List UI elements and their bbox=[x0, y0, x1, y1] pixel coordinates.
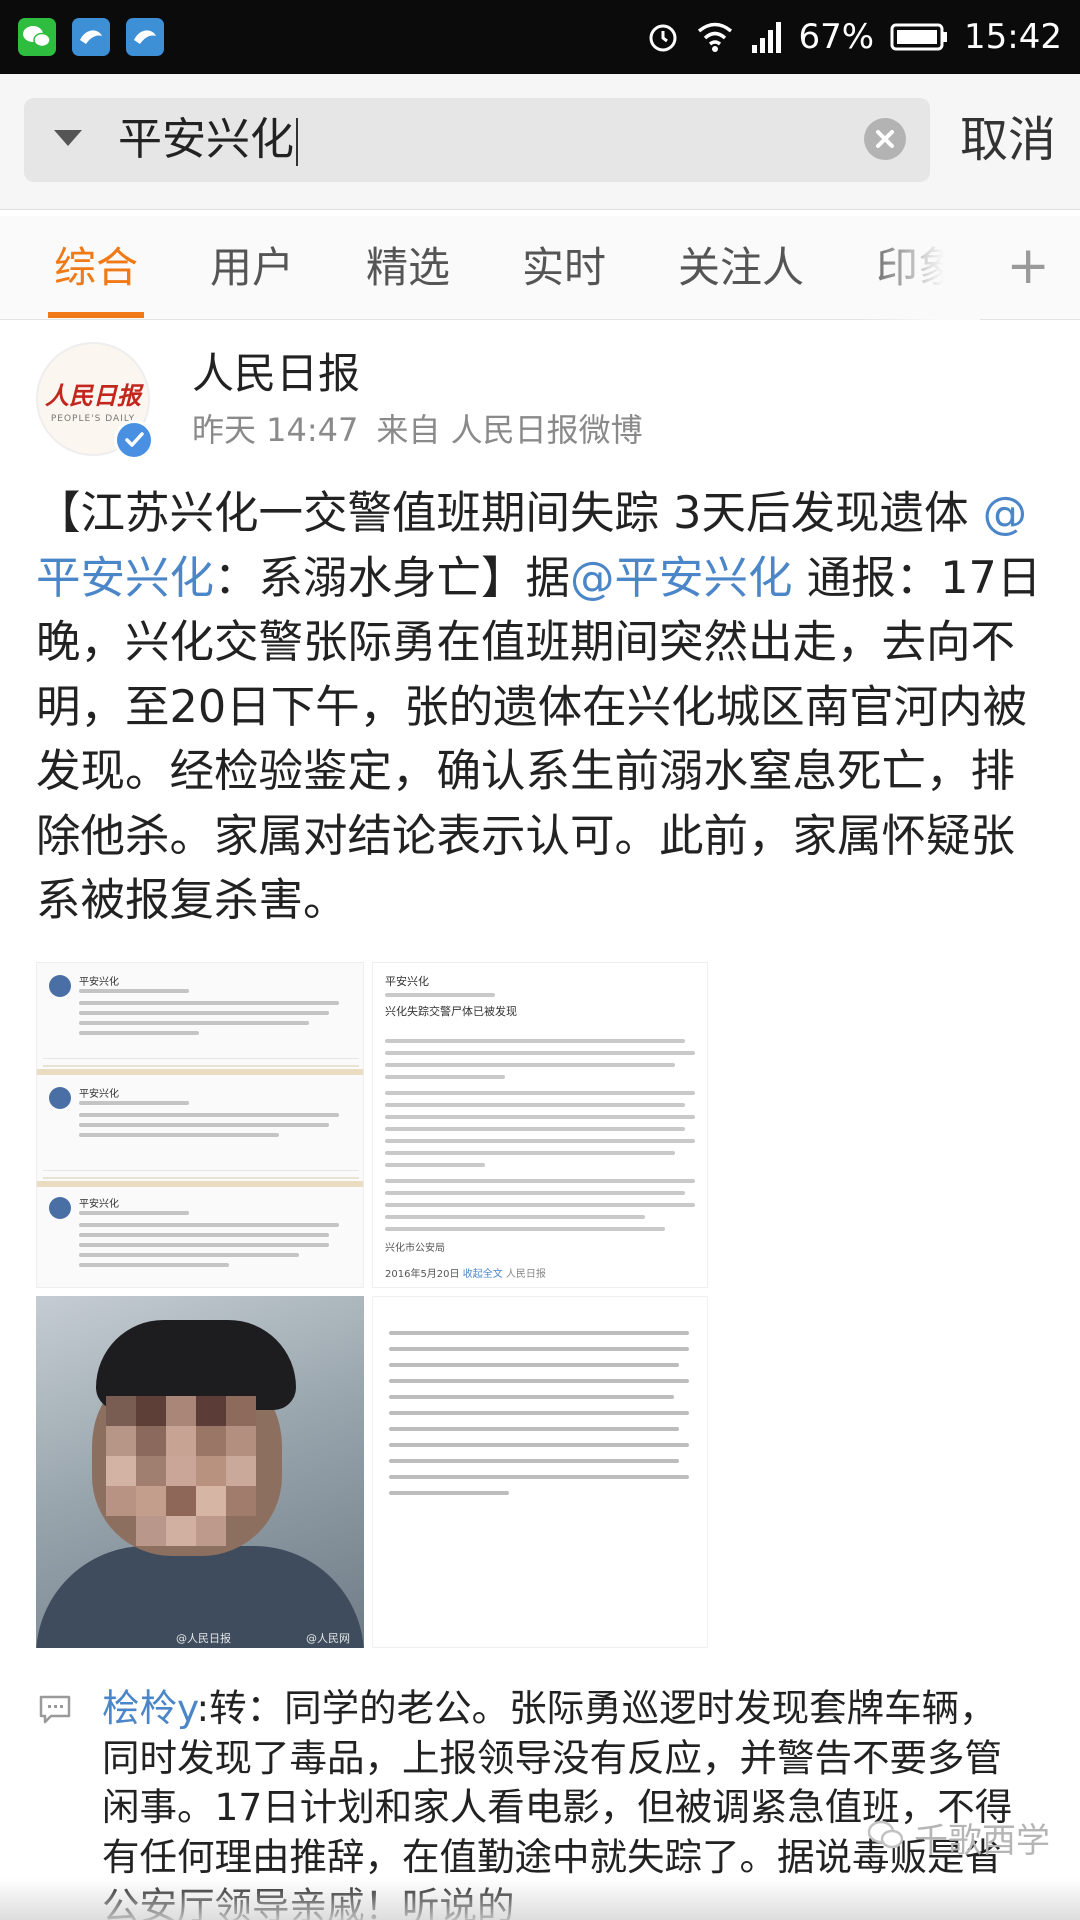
avatar-logo: 人民日报 bbox=[45, 381, 141, 410]
post-image[interactable]: @人民日报 @人民网 bbox=[36, 1296, 364, 1648]
image-watermark: 人民日报 bbox=[505, 1269, 546, 1280]
tab-realtime[interactable]: 实时 bbox=[522, 240, 606, 296]
clear-icon[interactable] bbox=[864, 118, 906, 160]
verified-icon bbox=[114, 420, 154, 460]
post-text-part1: 【江苏兴化一交警值班期间失踪 3天后发现遗体 bbox=[36, 488, 983, 539]
post-text-part3: 通报：17日晚，兴化交警张际勇在值班期间突然出走，去向不明，至20日下午，张的遗… bbox=[36, 552, 1042, 927]
post-source: 来自 人民日报微博 bbox=[376, 411, 643, 449]
brand-watermark: 千歌酉学 bbox=[866, 1818, 1050, 1863]
post-text-part2: ：系溺水身亡】据 bbox=[214, 552, 571, 604]
bottom-shade bbox=[0, 1878, 1080, 1920]
mini-avatar bbox=[49, 1087, 71, 1109]
image-watermark: @人民网 bbox=[306, 1632, 350, 1645]
collapse-link: 收起全文 bbox=[462, 1269, 503, 1280]
search-header: 平安兴化 取消 bbox=[0, 74, 1080, 210]
tab-comprehensive[interactable]: 综合 bbox=[54, 240, 138, 296]
mini-avatar bbox=[49, 1197, 71, 1219]
statement-date: 2016年5月20日 bbox=[385, 1269, 460, 1280]
status-bar: 67% 15:42 bbox=[0, 0, 1080, 74]
mini-author: 平安兴化 bbox=[79, 1089, 119, 1100]
battery-icon bbox=[890, 22, 948, 52]
image-watermark: @人民日报 bbox=[176, 1632, 231, 1645]
statement-heading: 兴化失踪交警尸体已被发现 bbox=[385, 1005, 517, 1018]
tab-fade bbox=[860, 216, 980, 320]
brand-watermark-text: 千歌酉学 bbox=[914, 1820, 1050, 1861]
comment-user[interactable]: 桧柃y bbox=[102, 1686, 196, 1730]
post-text: 【江苏兴化一交警值班期间失踪 3天后发现遗体 @平安兴化：系溺水身亡】据@平安兴… bbox=[36, 482, 1046, 934]
search-input[interactable]: 平安兴化 bbox=[24, 98, 930, 182]
wechat-icon bbox=[18, 18, 56, 56]
tab-featured[interactable]: 精选 bbox=[366, 240, 450, 296]
bird-icon bbox=[126, 18, 164, 56]
clock: 15:42 bbox=[964, 17, 1062, 57]
post-image[interactable]: 平安兴化 兴化失踪交警尸体已被发现 兴化市公安局 2016年5月20日 收起全文… bbox=[372, 962, 708, 1288]
mini-author: 平安兴化 bbox=[79, 977, 119, 988]
search-query[interactable]: 平安兴化 bbox=[118, 114, 294, 165]
comment-icon[interactable] bbox=[38, 1694, 72, 1730]
alarm-icon bbox=[646, 20, 680, 54]
bird-icon bbox=[72, 18, 110, 56]
mini-author: 平安兴化 bbox=[79, 1199, 119, 1210]
post-image[interactable] bbox=[372, 1296, 708, 1648]
tab-following[interactable]: 关注人 bbox=[678, 240, 804, 296]
statement-date-row: 2016年5月20日 收起全文 人民日报 bbox=[385, 1265, 546, 1280]
battery-percent: 67% bbox=[798, 17, 875, 57]
active-tab-indicator bbox=[48, 312, 144, 318]
statement-sign: 兴化市公安局 bbox=[385, 1243, 445, 1254]
chevron-down-icon[interactable] bbox=[54, 130, 82, 146]
wechat-logo-icon bbox=[866, 1818, 906, 1863]
weibo-post[interactable]: 人民日报 PEOPLE'S DAILY 人民日报 昨天 14:47 来自 人民日报… bbox=[0, 322, 1080, 1920]
add-tab-button[interactable]: + bbox=[1006, 236, 1050, 296]
mini-post: 平安兴化 bbox=[43, 1079, 359, 1179]
post-meta: 昨天 14:47 来自 人民日报微博 bbox=[192, 408, 643, 452]
author-name[interactable]: 人民日报 bbox=[192, 346, 360, 402]
search-tabs: 综合 用户 精选 实时 关注人 印象 + bbox=[0, 216, 1080, 320]
post-image[interactable]: 平安兴化 平安兴化 平安兴化 bbox=[36, 962, 364, 1288]
mini-avatar bbox=[49, 975, 71, 997]
wifi-icon bbox=[696, 21, 734, 53]
tab-users[interactable]: 用户 bbox=[210, 240, 294, 296]
post-time: 昨天 14:47 bbox=[192, 411, 359, 449]
mini-post: 平安兴化 bbox=[43, 1189, 359, 1287]
statement-author: 平安兴化 bbox=[385, 975, 429, 988]
cancel-button[interactable]: 取消 bbox=[960, 108, 1056, 172]
mention-link[interactable]: @平安兴化 bbox=[570, 553, 793, 604]
image-grid: 平安兴化 平安兴化 平安兴化 平安兴化 兴化失踪交警尸体已被发现 兴化市公安局 … bbox=[36, 962, 708, 1648]
mini-post: 平安兴化 bbox=[43, 967, 359, 1067]
text-cursor bbox=[296, 118, 298, 166]
signal-icon bbox=[750, 21, 782, 53]
